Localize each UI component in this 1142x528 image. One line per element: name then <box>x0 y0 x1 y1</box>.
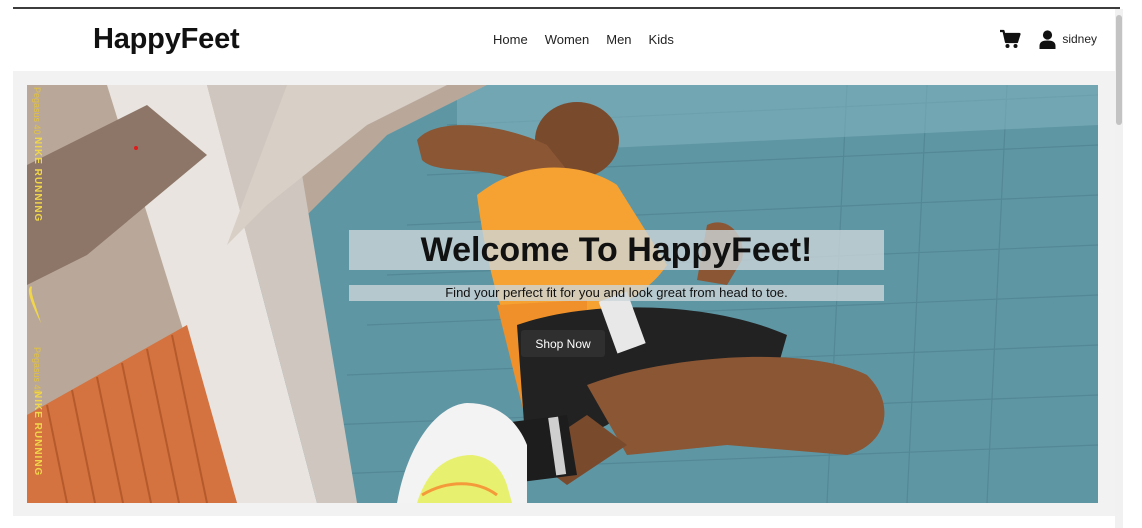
user-icon <box>1039 29 1056 49</box>
banner-text-top: NIKE RUNNING <box>32 137 43 223</box>
brand-logo[interactable]: HappyFeet <box>93 23 240 56</box>
banner-small-text-bottom: Pegasus 40 <box>32 347 42 395</box>
navbar: HappyFeet Home Women Men Kids sidney <box>13 9 1115 71</box>
user-menu[interactable]: sidney <box>1039 29 1097 49</box>
scrollbar-thumb[interactable] <box>1116 15 1122 125</box>
banner-small-text-top: Pegasus 40 <box>32 87 42 135</box>
hero-title: Welcome To HappyFeet! <box>420 231 813 269</box>
cart-icon[interactable] <box>999 29 1021 49</box>
nav-link-home[interactable]: Home <box>493 32 528 47</box>
main-nav: Home Women Men Kids <box>493 32 691 47</box>
nav-actions: sidney <box>999 29 1097 49</box>
nav-link-kids[interactable]: Kids <box>649 32 674 47</box>
nav-link-women[interactable]: Women <box>545 32 590 47</box>
nav-link-men[interactable]: Men <box>606 32 631 47</box>
swoosh-icon <box>28 286 41 323</box>
banner-text-bottom: NIKE RUNNING <box>32 391 43 477</box>
page: HappyFeet Home Women Men Kids sidney NIK… <box>0 0 1142 528</box>
page-scrollbar[interactable] <box>1115 9 1123 528</box>
cursor-marker <box>134 146 138 150</box>
username-label: sidney <box>1062 32 1097 46</box>
hero-banner: NIKE RUNNING NIKE RUNNING Pegasus 40 Peg… <box>27 85 1098 503</box>
hero-subtitle: Find your perfect fit for you and look g… <box>445 285 788 300</box>
shop-now-button[interactable]: Shop Now <box>521 330 605 357</box>
